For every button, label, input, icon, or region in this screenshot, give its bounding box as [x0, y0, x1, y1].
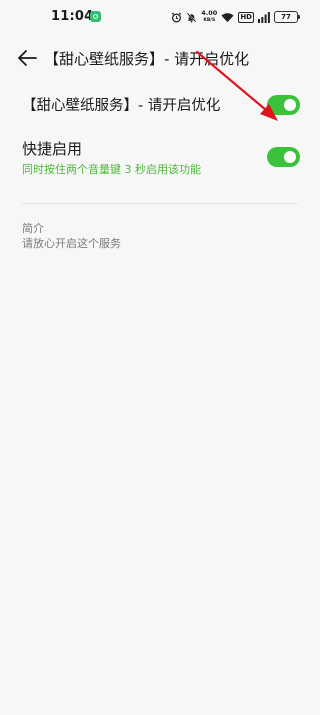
- shortcut-description: 同时按住两个音量键 3 秒启用该功能: [22, 163, 201, 176]
- page-title: 【甜心壁纸服务】- 请开启优化: [44, 50, 250, 68]
- service-toggle[interactable]: [267, 95, 300, 115]
- shortcut-label: 快捷启用: [22, 140, 83, 158]
- section-divider: [22, 203, 298, 204]
- signal-icon: [258, 10, 270, 24]
- network-speed: 4.00 KB/S: [201, 10, 217, 24]
- page-header: 【甜心壁纸服务】- 请开启优化: [0, 40, 320, 76]
- toggle-knob: [284, 99, 296, 111]
- status-indicators: 4.00 KB/S HD 77: [171, 9, 300, 25]
- intro-title: 简介: [22, 222, 44, 235]
- network-speed-unit: KB/S: [203, 18, 216, 23]
- mute-icon: [186, 10, 197, 24]
- shield-app-icon: [90, 11, 101, 22]
- battery-indicator: 77: [274, 11, 300, 23]
- toggle-knob: [284, 151, 296, 163]
- shortcut-toggle[interactable]: [267, 147, 300, 167]
- intro-body: 请放心开启这个服务: [22, 237, 121, 250]
- wifi-icon: [221, 10, 234, 24]
- alarm-icon: [171, 10, 182, 24]
- service-label: 【甜心壁纸服务】- 请开启优化: [22, 98, 221, 114]
- service-setting-row[interactable]: 【甜心壁纸服务】- 请开启优化: [0, 88, 320, 122]
- back-arrow-icon[interactable]: [16, 48, 38, 68]
- status-bar: 11:04 4.00 KB/S HD 77: [0, 0, 320, 34]
- network-speed-value: 4.00: [201, 9, 218, 17]
- status-time: 11:04: [51, 9, 94, 24]
- shortcut-setting-row[interactable]: 快捷启用 同时按住两个音量键 3 秒启用该功能: [0, 136, 320, 184]
- hd-badge: HD: [238, 11, 254, 23]
